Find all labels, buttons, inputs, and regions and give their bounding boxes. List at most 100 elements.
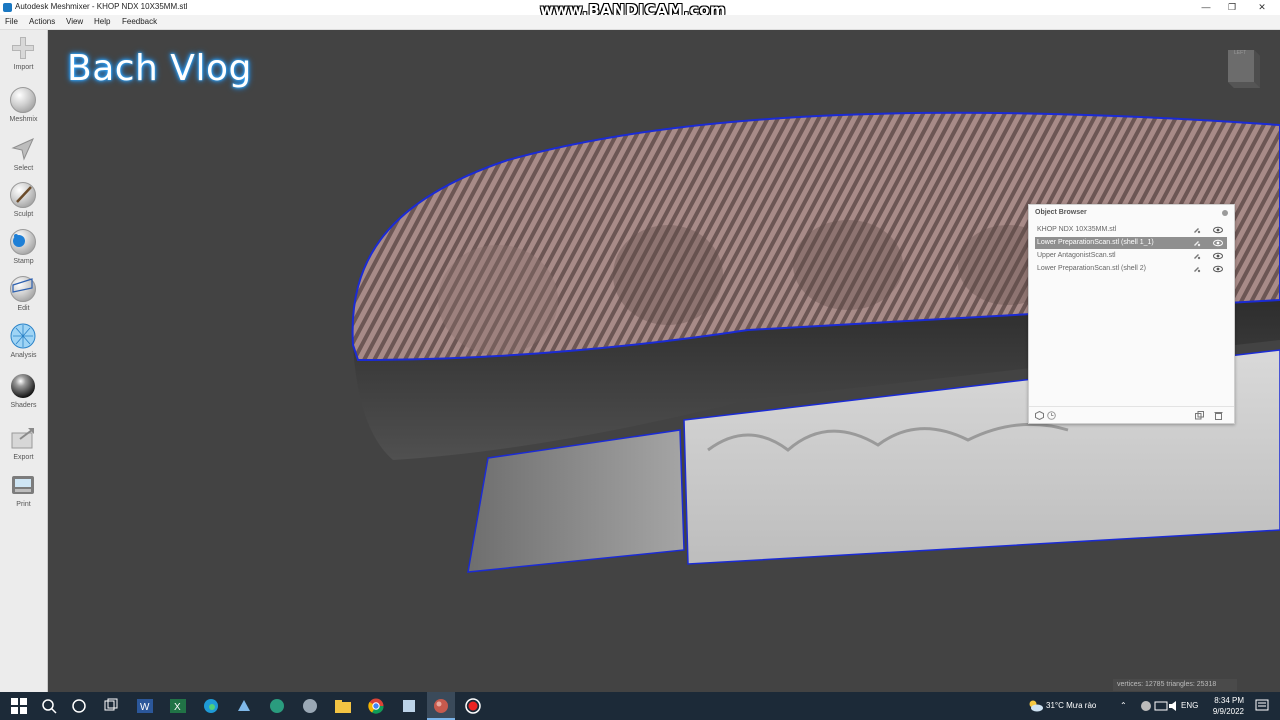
object-name: Upper AntagonistScan.stl bbox=[1037, 252, 1116, 259]
menu-feedback[interactable]: Feedback bbox=[122, 17, 157, 26]
clock-date: 9/9/2022 bbox=[1212, 707, 1244, 716]
tool-print[interactable]: Print bbox=[0, 470, 47, 516]
tool-label: Select bbox=[13, 165, 34, 172]
cusp-shade bbox=[438, 245, 558, 355]
sculpt-brush-icon bbox=[16, 186, 32, 203]
eye-icon[interactable] bbox=[1213, 226, 1223, 234]
cortana-icon[interactable] bbox=[70, 697, 88, 715]
tray-overflow-icon[interactable]: ⌃ bbox=[1120, 692, 1127, 720]
tool-shaders[interactable]: Shaders bbox=[0, 371, 47, 417]
notification-icon[interactable] bbox=[1253, 697, 1271, 715]
meshmixer-app-icon bbox=[3, 3, 12, 12]
tool-label: Analysis bbox=[10, 352, 37, 359]
menu-bar: File Actions View Help Feedback bbox=[0, 15, 1280, 30]
export-icon bbox=[11, 428, 34, 449]
channel-watermark-title: Bach Vlog bbox=[67, 48, 252, 89]
task-view-icon[interactable] bbox=[102, 697, 120, 715]
app-icon[interactable] bbox=[400, 697, 418, 715]
tool-label: Sculpt bbox=[13, 211, 34, 218]
excel-icon[interactable]: X bbox=[169, 697, 187, 715]
tool-import[interactable]: Import bbox=[0, 33, 47, 79]
weather-text[interactable]: 31°C Mưa rào bbox=[1046, 692, 1096, 720]
select-icon bbox=[11, 138, 34, 161]
tool-stamp[interactable]: Stamp bbox=[0, 227, 47, 273]
meshmixer-taskbar-button[interactable] bbox=[427, 692, 455, 720]
meshmixer-icon bbox=[434, 699, 448, 713]
meshmix-icon bbox=[10, 87, 36, 113]
tool-label: Export bbox=[13, 454, 34, 461]
bandicam-record-icon[interactable] bbox=[464, 697, 482, 715]
word-icon[interactable]: W bbox=[136, 697, 154, 715]
view-cube-label: LEFT bbox=[1234, 50, 1247, 56]
minimize-icon[interactable]: — bbox=[1194, 1, 1218, 14]
analysis-icon bbox=[10, 323, 36, 349]
close-icon[interactable]: ✕ bbox=[1250, 1, 1274, 14]
tool-label: Shaders bbox=[10, 402, 37, 409]
cusp-shade bbox=[793, 220, 903, 310]
svg-text:W: W bbox=[140, 702, 150, 713]
title-bar: Autodesk Meshmixer - KHOP NDX 10X35MM.st… bbox=[0, 0, 1280, 18]
window-title: Autodesk Meshmixer - KHOP NDX 10X35MM.st… bbox=[15, 2, 188, 11]
duplicate-icon[interactable] bbox=[1195, 411, 1204, 420]
left-toolbar: Import Meshmix Select Sculpt Stamp Edit … bbox=[0, 30, 48, 692]
edge-dev-icon[interactable] bbox=[268, 697, 286, 715]
import-icon bbox=[12, 37, 34, 59]
windows-start-icon[interactable] bbox=[10, 697, 28, 715]
view-cube[interactable]: LEFT bbox=[1226, 44, 1262, 90]
tool-label: Print bbox=[16, 501, 31, 508]
file-explorer-icon[interactable] bbox=[334, 697, 352, 715]
cusp-shade bbox=[613, 225, 723, 325]
edit-object-icon[interactable] bbox=[1193, 252, 1201, 260]
edge-icon[interactable] bbox=[202, 697, 220, 715]
tool-sculpt[interactable]: Sculpt bbox=[0, 180, 47, 226]
eye-icon[interactable] bbox=[1213, 265, 1223, 273]
app-icon[interactable] bbox=[235, 697, 253, 715]
menu-view[interactable]: View bbox=[66, 17, 83, 26]
trash-icon[interactable] bbox=[1214, 411, 1223, 420]
menu-file[interactable]: File bbox=[5, 17, 18, 26]
input-language[interactable]: ENG bbox=[1181, 692, 1198, 720]
eye-icon[interactable] bbox=[1213, 239, 1223, 247]
tool-label: Import bbox=[13, 64, 34, 71]
chrome-icon[interactable] bbox=[367, 697, 385, 715]
object-row-upper-antagonist[interactable]: Upper AntagonistScan.stl bbox=[1035, 250, 1227, 262]
object-name: Lower PreparationScan.stl (shell 2) bbox=[1037, 265, 1146, 272]
tool-export[interactable]: Export bbox=[0, 423, 47, 469]
menu-actions[interactable]: Actions bbox=[29, 17, 55, 26]
edit-object-icon[interactable] bbox=[1193, 265, 1201, 273]
object-name: Lower PreparationScan.stl (shell 1_1) bbox=[1037, 239, 1154, 246]
tool-analysis[interactable]: Analysis bbox=[0, 321, 47, 367]
tool-select[interactable]: Select bbox=[0, 134, 47, 180]
history-icon[interactable] bbox=[1047, 411, 1056, 420]
tool-edit[interactable]: Edit bbox=[0, 274, 47, 320]
object-browser-panel: Object Browser KHOP NDX 10X35MM.stl Lowe… bbox=[1028, 204, 1235, 424]
tool-label: Meshmix bbox=[9, 116, 38, 123]
weather-icon bbox=[1029, 700, 1043, 712]
object-browser-title: Object Browser bbox=[1035, 209, 1087, 216]
tool-meshmix[interactable]: Meshmix bbox=[0, 85, 47, 131]
object-row-lower-prep-shell-2[interactable]: Lower PreparationScan.stl (shell 2) bbox=[1035, 263, 1227, 275]
object-browser-footer bbox=[1029, 406, 1234, 424]
object-name: KHOP NDX 10X35MM.stl bbox=[1037, 226, 1117, 233]
restore-icon[interactable]: ❐ bbox=[1220, 1, 1244, 14]
app-icon[interactable] bbox=[301, 697, 319, 715]
clock[interactable]: 8:34 PM 9/9/2022 bbox=[1206, 695, 1244, 717]
panel-close-icon[interactable] bbox=[1222, 210, 1228, 216]
svg-text:X: X bbox=[174, 702, 181, 713]
object-row-lower-prep-shell-1[interactable]: Lower PreparationScan.stl (shell 1_1) bbox=[1035, 237, 1227, 249]
shaders-icon bbox=[11, 374, 35, 398]
print-icon bbox=[12, 476, 34, 494]
eye-icon[interactable] bbox=[1213, 252, 1223, 260]
object-row-khop[interactable]: KHOP NDX 10X35MM.stl bbox=[1035, 224, 1227, 236]
mesh-stats: vertices: 12785 triangles: 25318 bbox=[1113, 679, 1237, 691]
cube-icon[interactable] bbox=[1035, 411, 1044, 420]
tool-label: Stamp bbox=[13, 258, 34, 265]
tool-label: Edit bbox=[17, 305, 30, 312]
menu-help[interactable]: Help bbox=[94, 17, 110, 26]
search-icon[interactable] bbox=[40, 697, 58, 715]
edit-object-icon[interactable] bbox=[1193, 239, 1201, 247]
stamp-splat-icon bbox=[13, 234, 25, 247]
windows-taskbar: W X 31°C Mưa rào ⌃ ENG 8:34 PM 9/9/2022 bbox=[0, 692, 1280, 720]
edit-plane-icon bbox=[12, 278, 33, 293]
edit-object-icon[interactable] bbox=[1193, 226, 1201, 234]
